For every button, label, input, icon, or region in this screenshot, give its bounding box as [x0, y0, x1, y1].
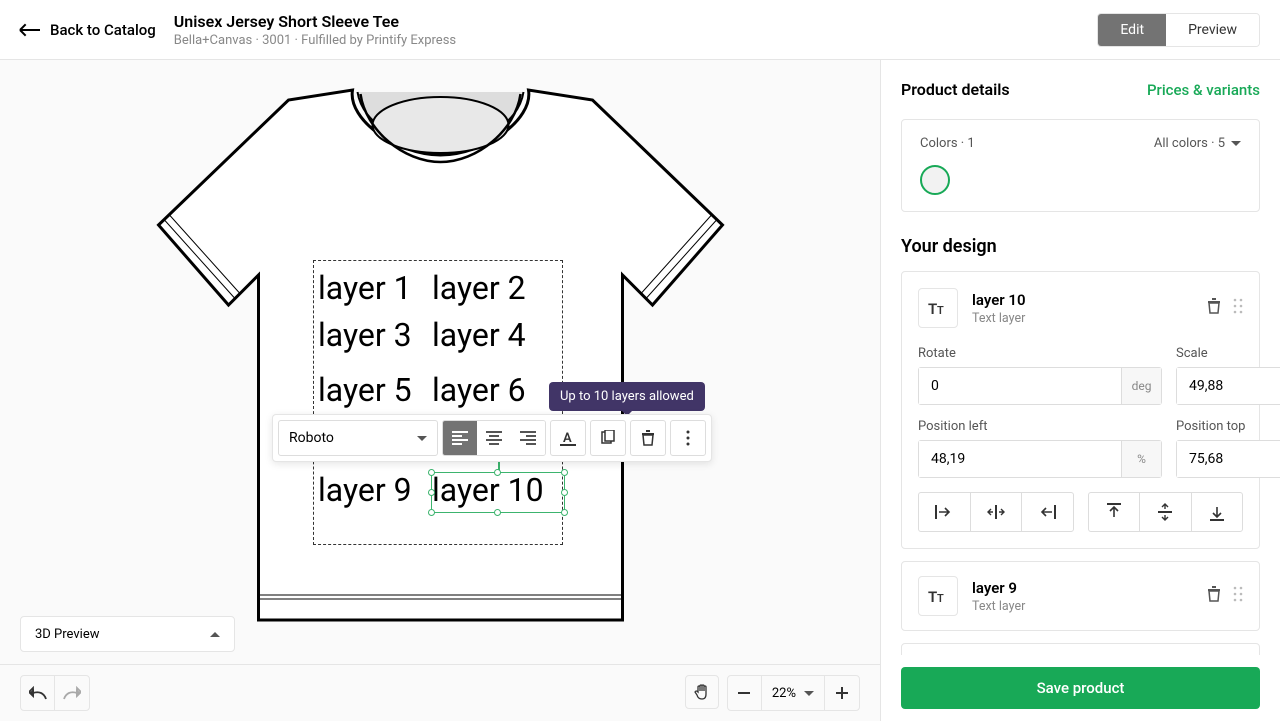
- tab-edit[interactable]: Edit: [1098, 14, 1166, 46]
- svg-text:T: T: [937, 592, 944, 604]
- drag-handle-icon[interactable]: [1233, 298, 1243, 318]
- selection-box[interactable]: [431, 472, 565, 513]
- rotate-input[interactable]: [919, 368, 1121, 404]
- your-design-title: Your design: [901, 236, 1260, 257]
- layer-name: layer 10: [972, 291, 1026, 309]
- arrow-left-icon: [20, 29, 40, 31]
- halign-left-button[interactable]: [919, 493, 971, 531]
- colors-label: Colors · 1: [920, 136, 975, 151]
- posleft-label: Position left: [918, 419, 1162, 434]
- save-product-button[interactable]: Save product: [901, 667, 1260, 709]
- chevron-down-icon: [417, 436, 427, 441]
- rotate-label: Rotate: [918, 346, 1162, 361]
- redo-button[interactable]: [55, 676, 89, 710]
- layers-limit-tooltip: Up to 10 layers allowed: [549, 382, 705, 411]
- handle-tr[interactable]: [561, 469, 568, 476]
- color-swatch-white[interactable]: [920, 165, 950, 195]
- valign-top-button[interactable]: [1089, 493, 1141, 531]
- layer-text-3[interactable]: layer 3: [318, 316, 412, 354]
- colors-card: Colors · 1 All colors · 5: [901, 119, 1260, 212]
- valign-bottom-button[interactable]: [1192, 493, 1243, 531]
- zoom-select[interactable]: 22%: [762, 676, 825, 710]
- layer-name: layer 9: [972, 579, 1025, 597]
- svg-text:T: T: [928, 588, 937, 604]
- handle-mr[interactable]: [561, 489, 568, 496]
- delete-button[interactable]: [630, 420, 666, 456]
- layer-type: Text layer: [972, 311, 1026, 326]
- layer-text-1[interactable]: layer 1: [318, 269, 412, 307]
- duplicate-button[interactable]: [590, 420, 626, 456]
- more-button[interactable]: [670, 420, 706, 456]
- postop-input[interactable]: [1177, 441, 1280, 477]
- delete-layer-button[interactable]: [1207, 586, 1221, 606]
- halign-center-button[interactable]: [971, 493, 1023, 531]
- layer-text-5[interactable]: layer 5: [318, 371, 412, 409]
- valign-middle-button[interactable]: [1140, 493, 1192, 531]
- align-left-button[interactable]: [443, 421, 477, 455]
- svg-text:T: T: [928, 300, 937, 316]
- posleft-input[interactable]: [919, 441, 1121, 477]
- back-to-catalog[interactable]: Back to Catalog: [20, 21, 156, 39]
- text-toolbar: Roboto A: [272, 414, 712, 462]
- all-colors-label: All colors · 5: [1154, 136, 1225, 151]
- handle-tl[interactable]: [428, 469, 435, 476]
- layer-item-8[interactable]: TT layer 8 Text layer: [901, 643, 1260, 655]
- back-label: Back to Catalog: [50, 21, 156, 39]
- zoom-out-button[interactable]: [728, 676, 762, 710]
- pan-button[interactable]: [685, 675, 719, 709]
- product-subtitle: Bella+Canvas · 3001 · Fulfilled by Print…: [174, 33, 1098, 48]
- align-center-button[interactable]: [477, 421, 511, 455]
- text-layer-icon: TT: [918, 576, 958, 616]
- text-layer-icon: TT: [918, 288, 958, 328]
- layer-text-6[interactable]: layer 6: [432, 371, 526, 409]
- zoom-value: 22%: [772, 686, 796, 701]
- handle-tm[interactable]: [494, 469, 501, 476]
- design-canvas[interactable]: layer 1 layer 2 layer 3 layer 4 layer 5 …: [0, 60, 880, 664]
- layer-text-4[interactable]: layer 4: [432, 316, 526, 354]
- product-title: Unisex Jersey Short Sleeve Tee: [174, 12, 1098, 31]
- handle-br[interactable]: [561, 509, 568, 516]
- handle-ml[interactable]: [428, 489, 435, 496]
- align-right-button[interactable]: [511, 421, 545, 455]
- handle-bl[interactable]: [428, 509, 435, 516]
- font-select[interactable]: Roboto: [278, 420, 438, 456]
- chevron-up-icon: [210, 632, 220, 637]
- halign-right-button[interactable]: [1022, 493, 1073, 531]
- scale-input[interactable]: [1177, 368, 1280, 404]
- layer-text-9[interactable]: layer 9: [318, 471, 412, 509]
- chevron-down-icon: [1231, 141, 1241, 146]
- posleft-unit: %: [1121, 441, 1161, 477]
- font-name: Roboto: [289, 430, 334, 446]
- zoom-in-button[interactable]: [825, 676, 859, 710]
- rotate-unit: deg: [1121, 368, 1161, 404]
- sidebar-title: Product details: [901, 80, 1010, 99]
- svg-text:A: A: [563, 431, 572, 446]
- 3d-preview-label: 3D Preview: [35, 627, 99, 642]
- mode-tabs: Edit Preview: [1097, 13, 1260, 47]
- layer-type: Text layer: [972, 599, 1025, 614]
- prices-variants-link[interactable]: Prices & variants: [1147, 81, 1260, 99]
- layer-text-2[interactable]: layer 2: [432, 269, 526, 307]
- all-colors-select[interactable]: All colors · 5: [1154, 136, 1241, 151]
- postop-label: Position top: [1176, 419, 1280, 434]
- layer-item-9[interactable]: TT layer 9 Text layer: [901, 561, 1260, 631]
- chevron-down-icon: [804, 691, 814, 696]
- delete-layer-button[interactable]: [1207, 298, 1221, 318]
- undo-button[interactable]: [21, 676, 55, 710]
- scale-label: Scale: [1176, 346, 1280, 361]
- tab-preview[interactable]: Preview: [1166, 14, 1259, 46]
- text-color-button[interactable]: A: [550, 420, 586, 456]
- 3d-preview-toggle[interactable]: 3D Preview: [20, 616, 235, 652]
- drag-handle-icon[interactable]: [1233, 586, 1243, 606]
- handle-bm[interactable]: [494, 509, 501, 516]
- layer-card-active: TT layer 10 Text layer: [901, 271, 1260, 549]
- svg-text:T: T: [937, 304, 944, 316]
